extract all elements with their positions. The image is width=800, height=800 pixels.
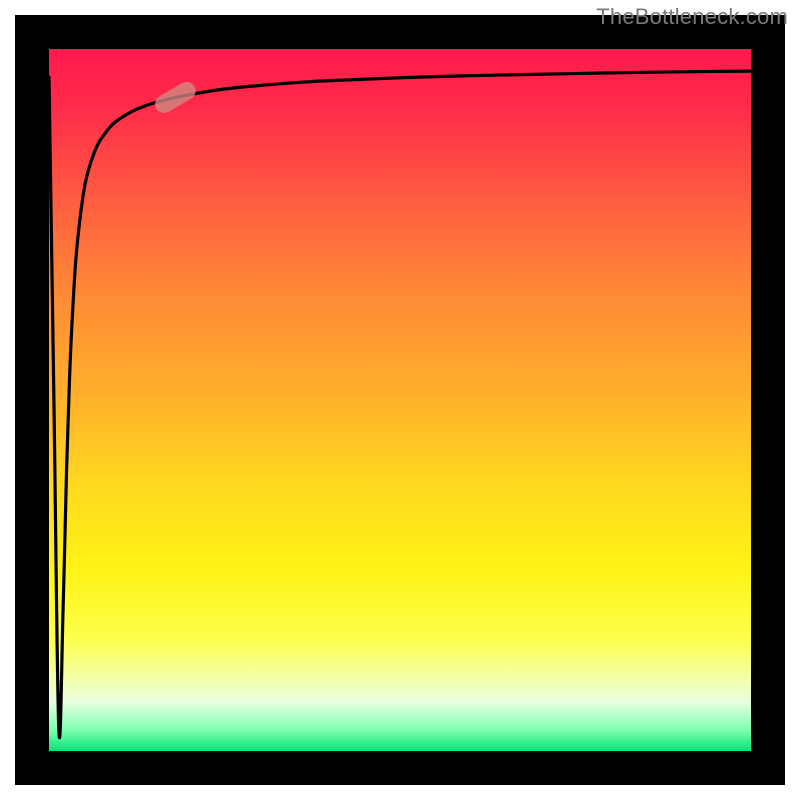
chart-stage: TheBottleneck.com — [0, 0, 800, 800]
plot-background — [49, 49, 751, 751]
attribution-text: TheBottleneck.com — [596, 4, 788, 30]
chart-svg — [0, 0, 800, 800]
